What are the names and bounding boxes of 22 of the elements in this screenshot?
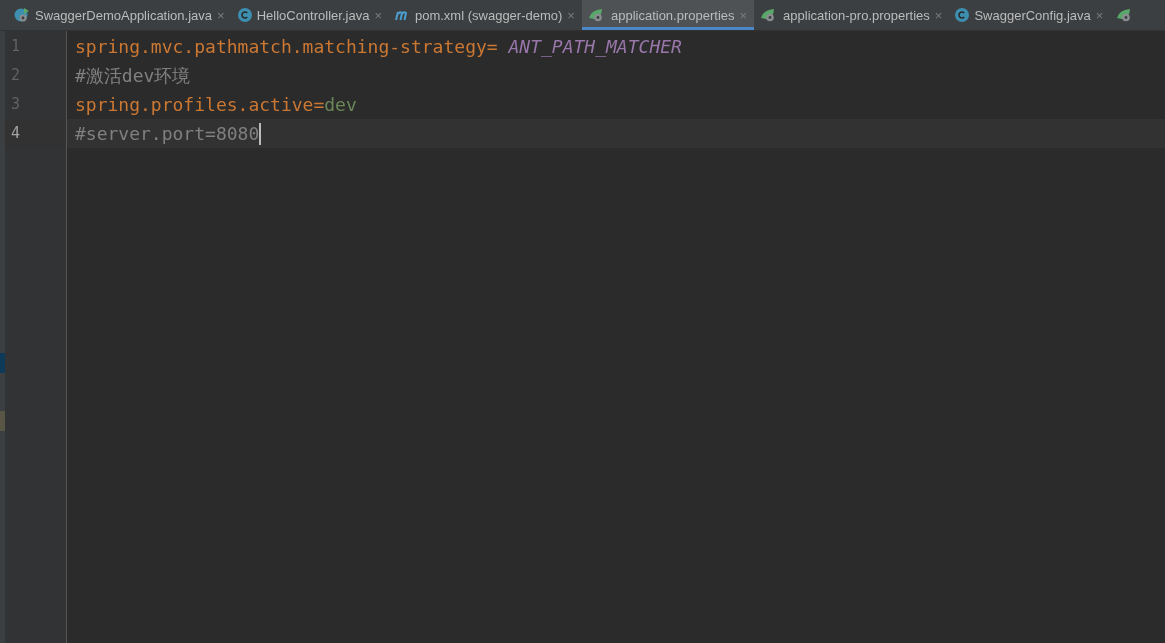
- side-strip-marker: [0, 411, 5, 431]
- side-strip-marker: [0, 353, 5, 373]
- code-line: spring.mvc.pathmatch.matching-strategy= ANT_PATH_MATCHER: [75, 35, 682, 58]
- text-caret: [259, 122, 262, 145]
- leaf-gear-icon: [14, 7, 30, 23]
- editor-tab[interactable]: SwaggerConfig.java ×: [949, 0, 1111, 30]
- close-icon[interactable]: ×: [217, 7, 225, 23]
- close-icon[interactable]: ×: [567, 7, 575, 23]
- editor-tab[interactable]: pom.xml (swagger-demo) ×: [388, 0, 582, 30]
- editor-tab[interactable]: HelloController.java ×: [231, 0, 389, 30]
- code-line: #激活dev环境: [75, 64, 191, 87]
- close-icon[interactable]: ×: [374, 7, 382, 23]
- editor-tab[interactable]: application.properties ×: [581, 0, 755, 30]
- class-icon: [237, 8, 252, 22]
- editor-tab[interactable]: SwaggerDemoApplication.java ×: [8, 0, 232, 30]
- class-icon: [955, 8, 970, 22]
- editor-tab[interactable]: application-pro.properties ×: [754, 0, 950, 30]
- close-icon[interactable]: ×: [1095, 7, 1104, 23]
- code-line: #server.port=8080: [75, 122, 260, 145]
- maven-icon: [394, 9, 410, 21]
- close-icon[interactable]: ×: [934, 7, 943, 23]
- code-line: spring.profiles.active=dev: [75, 93, 357, 116]
